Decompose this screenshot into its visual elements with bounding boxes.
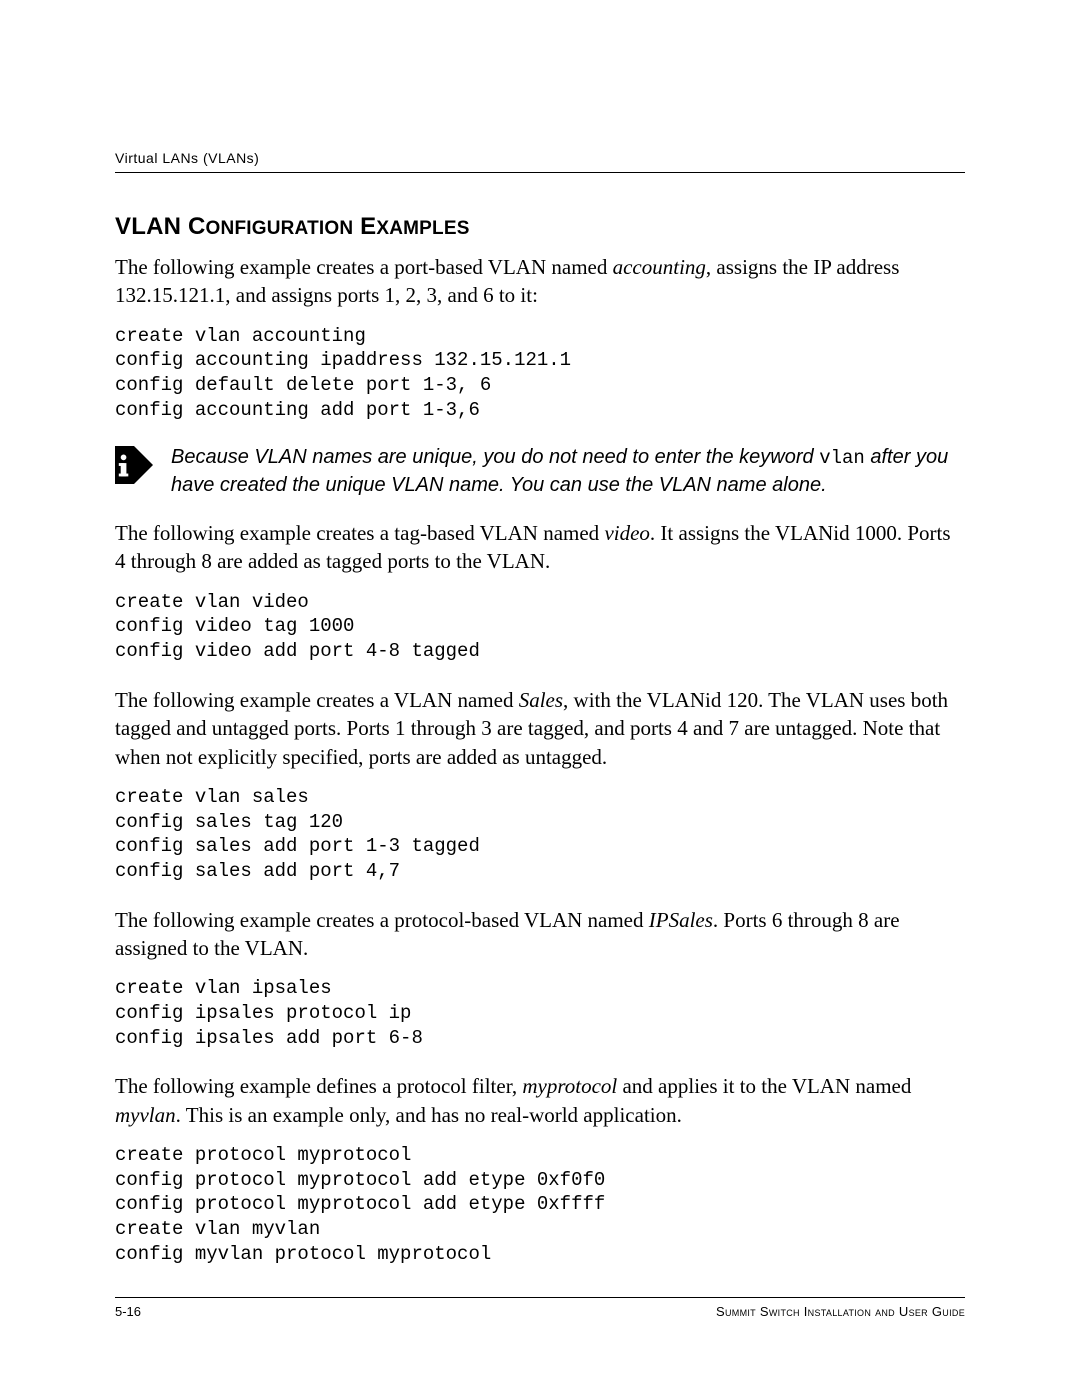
code-block-ipsales: create vlan ipsales config ipsales proto… [115,976,965,1050]
text: and applies it to the VLAN named [617,1074,911,1098]
page-footer: 5-16 Summit Switch Installation and User… [115,1297,965,1319]
code-block-video: create vlan video config video tag 1000 … [115,590,965,664]
code-block-accounting: create vlan accounting config accounting… [115,324,965,423]
paragraph-ipsales: The following example creates a protocol… [115,906,965,963]
vlan-name-accounting: accounting [613,255,706,279]
heading-part: E [353,213,376,240]
note-block: Because VLAN names are unique, you do no… [115,444,965,499]
keyword-vlan: vlan [819,447,865,469]
text: The following example creates a VLAN nam… [115,688,519,712]
running-header-text: Virtual LANs (VLANs) [115,150,259,166]
running-header: Virtual LANs (VLANs) [115,150,965,166]
footer-line: 5-16 Summit Switch Installation and User… [115,1304,965,1319]
page: Virtual LANs (VLANs) VLAN CONFIGURATION … [0,0,1080,1397]
text: The following example creates a protocol… [115,908,649,932]
paragraph-video: The following example creates a tag-base… [115,519,965,576]
vlan-name-sales: Sales [519,688,563,712]
code-block-myprotocol: create protocol myprotocol config protoc… [115,1143,965,1266]
doc-title: Summit Switch Installation and User Guid… [716,1304,965,1319]
text: The following example creates a tag-base… [115,521,604,545]
heading-part: VLAN C [115,213,206,240]
info-icon [115,446,153,484]
vlan-name-myvlan: myvlan [115,1103,176,1127]
header-rule [115,172,965,173]
page-number: 5-16 [115,1304,141,1319]
code-block-sales: create vlan sales config sales tag 120 c… [115,785,965,884]
heading-part: XAMPLES [376,218,469,239]
text: Because VLAN names are unique, you do no… [171,446,819,468]
text: The following example defines a protocol… [115,1074,522,1098]
text: The following example creates a port-bas… [115,255,613,279]
note-text: Because VLAN names are unique, you do no… [171,444,965,499]
footer-rule [115,1297,965,1298]
paragraph-accounting: The following example creates a port-bas… [115,253,965,310]
vlan-name-video: video [604,521,649,545]
vlan-name-ipsales: IPSales [649,908,713,932]
paragraph-sales: The following example creates a VLAN nam… [115,686,965,771]
protocol-name: myprotocol [522,1074,617,1098]
paragraph-myprotocol: The following example defines a protocol… [115,1072,965,1129]
heading-part: ONFIGURATION [206,218,354,239]
text: . This is an example only, and has no re… [176,1103,682,1127]
section-heading: VLAN CONFIGURATION EXAMPLES [115,213,965,241]
